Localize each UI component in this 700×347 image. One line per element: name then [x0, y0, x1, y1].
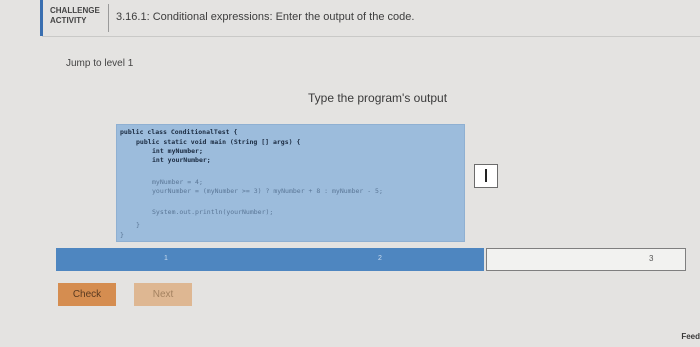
code-line: public static void main (String [] args)… [136, 138, 301, 146]
code-panel: public class ConditionalTest { public st… [116, 124, 465, 242]
level-2-marker[interactable]: 2 [378, 255, 382, 262]
next-button[interactable]: Next [134, 283, 192, 306]
instruction-text: Type the program's output [308, 91, 448, 105]
level-3-marker[interactable]: 3 [649, 254, 653, 263]
activity-title: 3.16.1: Conditional expressions: Enter t… [116, 11, 415, 23]
code-line: } [120, 231, 124, 239]
output-answer-field[interactable] [474, 164, 498, 188]
level-progress-fill [56, 248, 484, 271]
level-progress-bar: 1 2 3 [56, 248, 686, 271]
code-line: int myNumber; [152, 147, 203, 155]
text-caret [485, 169, 487, 182]
feedback-link[interactable]: Feed [681, 332, 700, 341]
level-1-marker[interactable]: 1 [164, 255, 168, 262]
header-rule [42, 36, 700, 37]
level-3-segment[interactable] [486, 248, 686, 271]
jump-to-level-link[interactable]: Jump to level 1 [66, 58, 133, 69]
header-divider [108, 4, 109, 32]
challenge-activity-badge: CHALLENGE ACTIVITY [50, 6, 100, 25]
header-accent-bar [40, 0, 43, 36]
code-line: } [136, 221, 140, 229]
code-line: yourNumber = (myNumber >= 3) ? myNumber … [152, 187, 383, 195]
check-button[interactable]: Check [58, 283, 116, 306]
code-line: System.out.println(yourNumber); [152, 208, 274, 216]
code-line: public class ConditionalTest { [120, 128, 238, 136]
code-line: int yourNumber; [152, 156, 211, 164]
code-line: myNumber = 4; [152, 178, 203, 186]
